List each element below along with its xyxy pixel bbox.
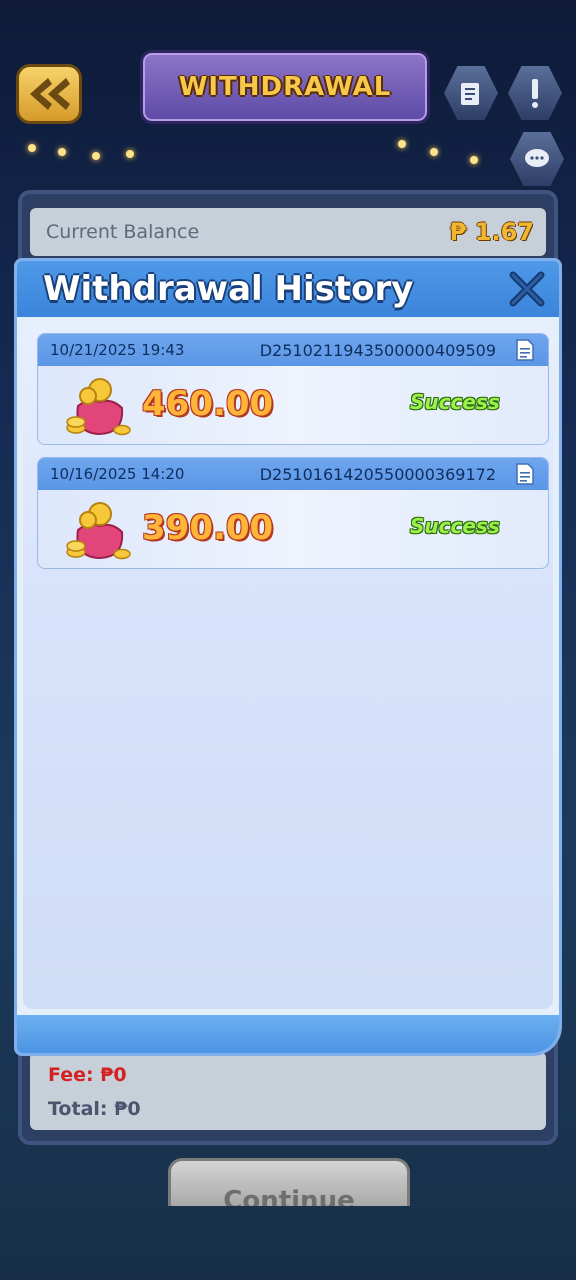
fee-summary: Fee: ₱0 Total: ₱0 xyxy=(30,1052,546,1130)
modal-title: Withdrawal History xyxy=(43,269,414,309)
page-title: WITHDRAWAL xyxy=(178,72,392,102)
balance-value: ₱ 1.67 xyxy=(449,218,534,246)
withdrawal-history-modal: Withdrawal History 10/21/2025 19:43 D251… xyxy=(14,258,562,1056)
modal-footer xyxy=(17,1015,559,1053)
record-body: 460.00 Success xyxy=(38,366,548,444)
record-amount: 390.00 xyxy=(142,508,274,548)
continue-button[interactable]: Continue xyxy=(168,1158,410,1206)
close-button[interactable] xyxy=(505,267,549,311)
record-header: 10/21/2025 19:43 D2510211943500000409509 xyxy=(38,334,548,366)
record-status: Success xyxy=(410,390,500,414)
coin-purse-icon xyxy=(66,502,131,560)
history-record[interactable]: 10/16/2025 14:20 D2510161420550000369172 xyxy=(37,457,549,569)
record-order-id: D2510211943500000409509 xyxy=(259,340,496,360)
record-body: 390.00 Success xyxy=(38,490,548,568)
record-order-id: D2510161420550000369172 xyxy=(259,464,496,484)
record-status: Success xyxy=(410,514,500,538)
modal-header: Withdrawal History xyxy=(17,261,559,317)
copy-order-button[interactable] xyxy=(514,339,536,361)
title-banner: WITHDRAWAL xyxy=(140,50,430,124)
balance-row: Current Balance ₱ 1.67 xyxy=(30,208,546,256)
coin-purse-icon xyxy=(66,378,131,436)
top-bar: WITHDRAWAL xyxy=(0,0,576,190)
fee-text: Fee: ₱0 xyxy=(48,1064,127,1086)
continue-label: Continue xyxy=(223,1186,355,1206)
history-record[interactable]: 10/21/2025 19:43 D2510211943500000409509 xyxy=(37,333,549,445)
copy-order-button[interactable] xyxy=(514,463,536,485)
record-datetime: 10/16/2025 14:20 xyxy=(50,465,185,483)
records-button[interactable] xyxy=(444,66,498,120)
balance-label: Current Balance xyxy=(46,221,200,243)
back-arrow-icon xyxy=(30,78,70,110)
total-text: Total: ₱0 xyxy=(48,1098,141,1120)
history-list[interactable]: 10/21/2025 19:43 D2510211943500000409509 xyxy=(23,325,553,1009)
alert-icon xyxy=(532,79,538,108)
record-amount: 460.00 xyxy=(142,384,274,424)
record-datetime: 10/21/2025 19:43 xyxy=(50,341,185,359)
decorative-lights xyxy=(0,140,576,170)
notebook-icon xyxy=(461,83,479,105)
document-icon xyxy=(516,463,534,485)
record-header: 10/16/2025 14:20 D2510161420550000369172 xyxy=(38,458,548,490)
back-button[interactable] xyxy=(16,64,82,124)
document-icon xyxy=(516,339,534,361)
close-icon xyxy=(509,271,545,307)
info-button[interactable] xyxy=(508,66,562,120)
